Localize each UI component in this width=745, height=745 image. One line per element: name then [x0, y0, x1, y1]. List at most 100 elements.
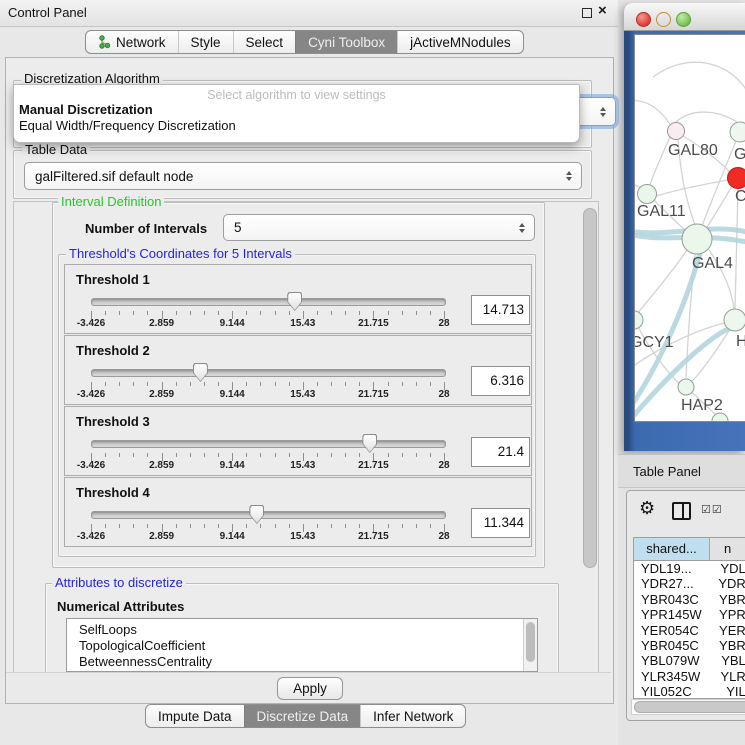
- horizontal-scrollbar[interactable]: [634, 701, 745, 713]
- tab-style[interactable]: Style: [178, 31, 233, 53]
- tab-select[interactable]: Select: [233, 31, 296, 53]
- cell-name: YPR1: [708, 607, 745, 622]
- table-row[interactable]: YBL079WYBL0: [634, 653, 745, 668]
- network-icon: [98, 35, 111, 49]
- slider-tick-labels: -3.4262.8599.14415.4321.71528: [91, 389, 444, 401]
- network-edge: [735, 189, 738, 309]
- dropdown-option-equal-width-frequency-discretization[interactable]: Equal Width/Frequency Discretization: [14, 118, 579, 134]
- tab-jactivemnodules[interactable]: jActiveMNodules: [397, 31, 523, 53]
- network-node-gcy1[interactable]: [635, 311, 643, 329]
- table-data-combo[interactable]: galFiltered.sif default node: [24, 162, 582, 190]
- column-header-name[interactable]: n: [710, 538, 745, 560]
- slider-track[interactable]: [91, 369, 446, 377]
- tab-label: Discretize Data: [257, 709, 349, 724]
- num-intervals-value: 5: [234, 220, 242, 235]
- tab-impute-data[interactable]: Impute Data: [146, 705, 244, 727]
- cell-name: YDL1: [709, 561, 745, 576]
- table-row[interactable]: YDL19...YDL1: [634, 561, 745, 576]
- application-window: Control Panel × Network StyleSelect Cyni T…: [0, 0, 745, 745]
- slider-tick-labels: -3.4262.8599.14415.4321.71528: [91, 318, 444, 330]
- horizontal-scrollbar-track: [631, 699, 745, 715]
- cell-shared-name: YDL19...: [634, 561, 709, 576]
- network-node-c[interactable]: [728, 168, 745, 189]
- node-label: HAP2: [681, 397, 723, 414]
- dropdown-options: Manual DiscretizationEqual Width/Frequen…: [14, 102, 579, 134]
- attribute-item-topologicalcoefficient[interactable]: TopologicalCoefficient: [67, 638, 537, 654]
- network-node-ga[interactable]: [730, 122, 745, 142]
- slider-track[interactable]: [91, 511, 446, 519]
- threshold-row-2: Threshold 2 -3.4262.8599.14415.4321.71528…: [64, 335, 532, 405]
- cell-shared-name: YDR27...: [634, 576, 707, 591]
- threshold-value-field[interactable]: 14.713: [471, 295, 530, 325]
- network-edge: [650, 137, 670, 185]
- table-row[interactable]: YBR045CYBR0: [634, 638, 745, 653]
- cell-name: YBR0: [708, 592, 745, 607]
- table-row[interactable]: YPR145WYPR1: [634, 607, 745, 622]
- tab-label: Cyni Toolbox: [308, 35, 385, 50]
- float-window-icon[interactable]: [582, 8, 592, 18]
- close-icon[interactable]: ×: [598, 2, 607, 19]
- node-label: GA: [734, 146, 745, 163]
- network-edge: [676, 112, 738, 123]
- cell-name: YBL0: [710, 653, 745, 668]
- cell-name: YER0: [708, 623, 745, 638]
- columns-icon[interactable]: [672, 502, 691, 520]
- slider-thumb[interactable]: [287, 292, 302, 311]
- table-row[interactable]: YDR27...YDR2: [634, 576, 745, 591]
- network-canvas[interactable]: GAL80GACGAL11GAL4GCY1HHAP2: [634, 34, 745, 422]
- table-row[interactable]: YER054CYER0: [634, 623, 745, 638]
- control-panel-titlebar: Control Panel: [0, 0, 618, 27]
- minimize-traffic-light-icon[interactable]: [656, 12, 671, 27]
- cell-name: YIL0: [715, 684, 745, 699]
- apply-button[interactable]: Apply: [277, 677, 343, 700]
- tab-infer-network[interactable]: Infer Network: [360, 705, 465, 727]
- vertical-scrollbar[interactable]: [583, 208, 597, 568]
- list-scrollbar[interactable]: [526, 622, 535, 662]
- slider-thumb[interactable]: [249, 505, 264, 524]
- network-graph: GAL80GACGAL11GAL4GCY1HHAP2: [635, 35, 745, 421]
- table-row[interactable]: YBR043CYBR0: [634, 592, 745, 607]
- node-label: GAL11: [637, 203, 686, 220]
- threshold-value-field[interactable]: 11.344: [471, 508, 530, 538]
- zoom-traffic-light-icon[interactable]: [676, 12, 691, 27]
- threshold-value-field[interactable]: 6.316: [471, 366, 530, 396]
- cell-shared-name: YLR345W: [634, 669, 709, 684]
- network-node-gal4[interactable]: [682, 224, 712, 254]
- node-label: C: [735, 188, 745, 205]
- network-node-h[interactable]: [724, 309, 745, 331]
- table-row[interactable]: YIL052CYIL0: [634, 684, 745, 699]
- slider-track[interactable]: [91, 440, 446, 448]
- attribute-item-selfloops[interactable]: SelfLoops: [67, 622, 537, 638]
- node-label: H: [736, 333, 745, 350]
- network-node-hap2[interactable]: [678, 379, 694, 395]
- attribute-item-betweennesscentrality[interactable]: BetweennessCentrality: [67, 654, 537, 670]
- table-panel-header: Table Panel: [618, 454, 745, 488]
- slider-thumb[interactable]: [362, 434, 377, 453]
- checkbox-icons[interactable]: ☑☑: [701, 503, 723, 516]
- network-node-gal11[interactable]: [638, 185, 657, 204]
- tab-cyni-toolbox[interactable]: Cyni Toolbox: [295, 31, 397, 53]
- tab-network[interactable]: Network: [86, 31, 178, 53]
- slider-track[interactable]: [91, 298, 446, 306]
- tab-discretize-data[interactable]: Discretize Data: [244, 705, 361, 727]
- network-node-gal80[interactable]: [668, 123, 685, 140]
- close-traffic-light-icon[interactable]: [636, 12, 651, 27]
- tab-label: jActiveMNodules: [410, 35, 511, 50]
- slider-thumb[interactable]: [193, 363, 208, 382]
- numerical-attributes-label: Numerical Attributes: [57, 599, 184, 614]
- slider-tick-labels: -3.4262.8599.14415.4321.71528: [91, 460, 444, 472]
- column-header-shared-name[interactable]: shared...: [634, 538, 710, 560]
- gear-icon[interactable]: ⚙: [639, 499, 655, 517]
- numerical-attributes-list[interactable]: SelfLoopsTopologicalCoefficientBetweenne…: [66, 618, 538, 672]
- threshold-value-field[interactable]: 21.4: [471, 437, 530, 467]
- cell-name: YLR3: [709, 669, 745, 684]
- tab-label: Network: [116, 35, 166, 50]
- node-table: shared... n YDL19...YDL1YDR27...YDR2YBR0…: [633, 537, 745, 699]
- table-row[interactable]: YLR345WYLR3: [634, 669, 745, 684]
- node-label: GAL4: [692, 255, 733, 272]
- dropdown-option-manual-discretization[interactable]: Manual Discretization: [14, 102, 579, 118]
- bottom-tab-bar: Impute Data Discretize Data Infer Network: [145, 704, 466, 728]
- threshold-label: Threshold 2: [76, 343, 150, 358]
- num-intervals-combo[interactable]: 5: [223, 214, 535, 241]
- cell-name: YDR2: [707, 576, 745, 591]
